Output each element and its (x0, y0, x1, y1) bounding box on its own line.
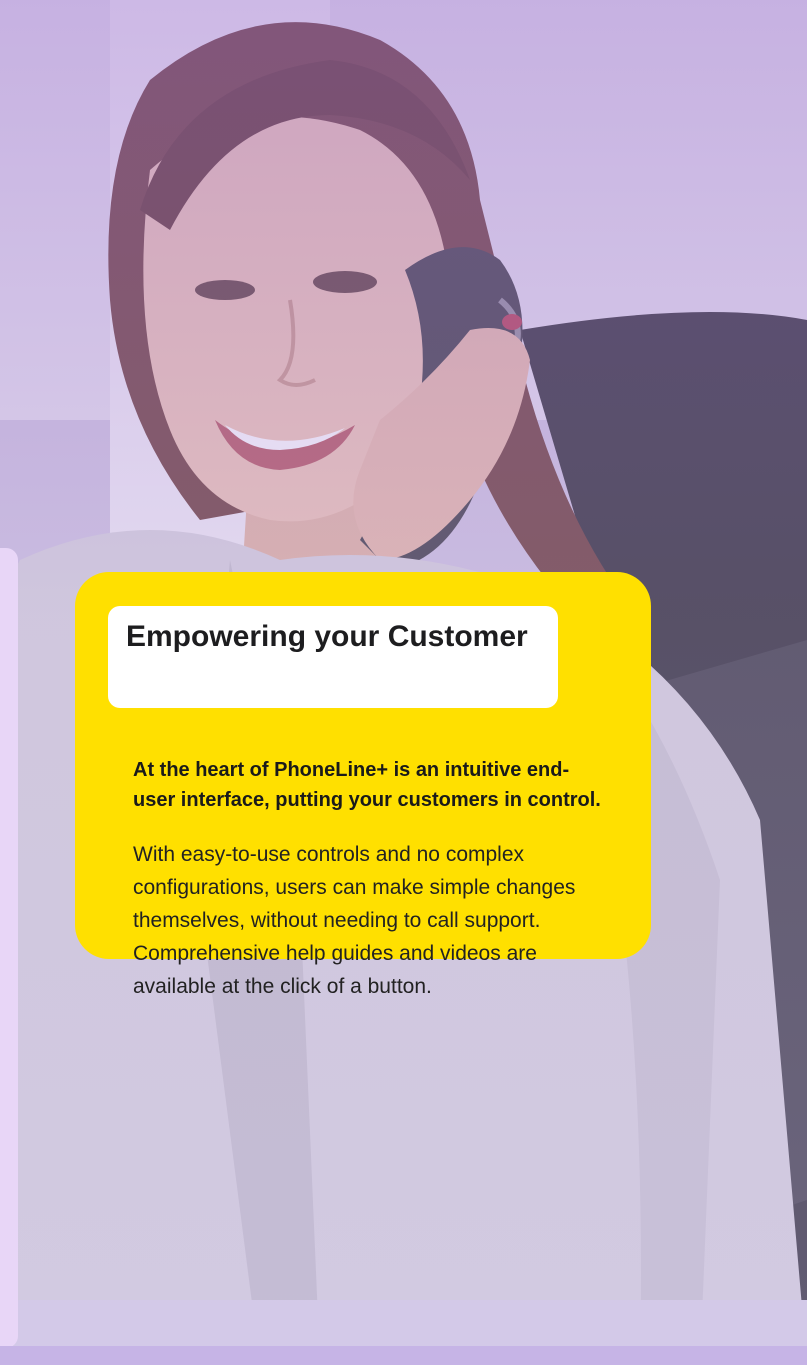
card-title-box: Empowering your Customer (108, 606, 558, 708)
bottom-strip (0, 1346, 807, 1365)
feature-card: Empowering your Customer At the heart of… (75, 572, 651, 998)
side-panel-edge (0, 548, 18, 1348)
card-body-text: With easy-to-use controls and no complex… (133, 843, 576, 998)
card-title: Empowering your Customer (126, 620, 528, 653)
card-lead-text: At the heart of PhoneLine+ is an intuiti… (133, 759, 601, 811)
